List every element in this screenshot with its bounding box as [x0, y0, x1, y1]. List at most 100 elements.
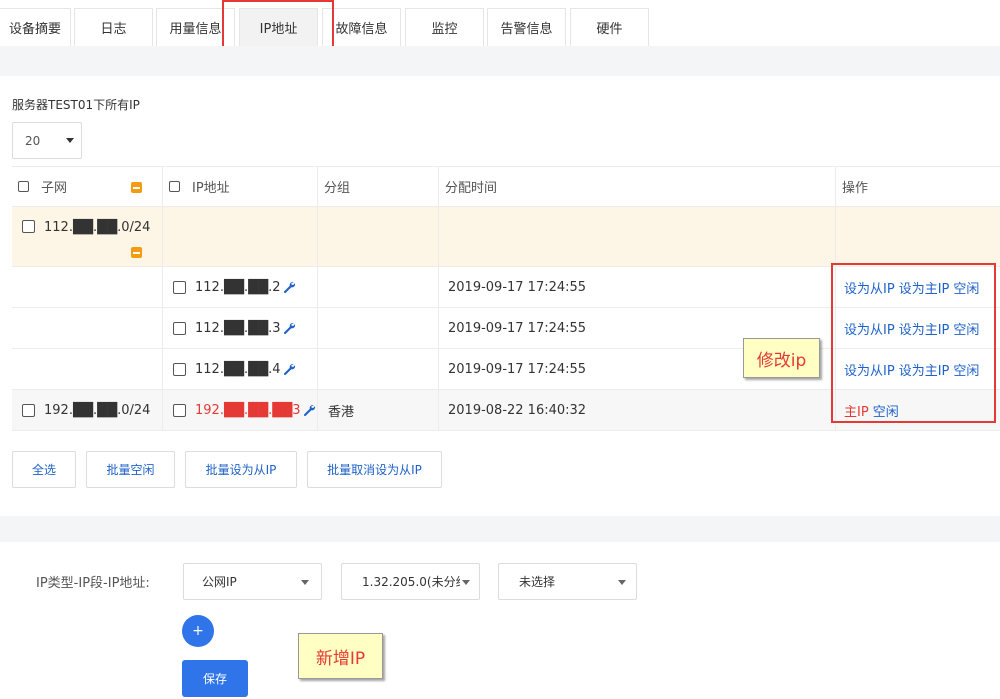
header-subnet-label: 子网 — [41, 181, 68, 196]
header-time: 分配时间 — [439, 167, 836, 206]
annotation-note: 修改ip — [743, 338, 820, 378]
set-secondary-link[interactable]: 设为从IP — [844, 360, 895, 379]
set-idle-link[interactable]: 空闲 — [953, 360, 979, 379]
ip-type-value: 公网IP — [202, 575, 237, 589]
group-cell — [318, 349, 439, 389]
ip-address-value: 未选择 — [519, 575, 556, 589]
tab-label: 日志 — [100, 22, 127, 37]
tab-label: 设备摘要 — [8, 22, 61, 37]
ip-cell: 192.██.██.██3 — [163, 390, 318, 430]
row-checkbox[interactable] — [22, 220, 35, 233]
empty-cell — [318, 207, 439, 266]
tab-label: 故障信息 — [335, 22, 388, 37]
select-all-button[interactable]: 全选 — [12, 451, 76, 488]
header-time-label: 分配时间 — [445, 181, 498, 196]
annotation-note: 新增IP — [298, 633, 383, 679]
select-all-ip-checkbox[interactable] — [169, 181, 180, 192]
tab-label: 监控 — [431, 22, 458, 37]
time-value: 2019-09-17 17:24:55 — [448, 279, 587, 295]
caret-down-icon — [618, 580, 626, 585]
save-button[interactable]: 保存 — [182, 660, 248, 697]
group-cell: 香港 — [318, 390, 439, 430]
empty-cell — [836, 207, 1000, 266]
set-idle-link[interactable]: 空闲 — [953, 319, 979, 338]
wrench-icon[interactable] — [282, 321, 296, 335]
header-ip: IP地址 — [163, 167, 318, 206]
action-cell: 主IP 空闲 — [836, 390, 1000, 430]
table-row: 112.██.██.2 2019-09-17 17:24:55 设为从IP 设为… — [12, 267, 1000, 308]
header-group: 分组 — [318, 167, 439, 206]
empty-cell — [163, 207, 318, 266]
add-ip-button[interactable]: + — [182, 615, 214, 647]
header-ip-label: IP地址 — [192, 181, 230, 196]
ip-value: 112.██.██.4 — [195, 361, 281, 377]
ip-segment-value: 1.32.205.0(未分组) — [362, 575, 460, 589]
table-row: 192.██.██.0/24 192.██.██.██3 香港 2019-08-… — [12, 390, 1000, 431]
primary-ip-label[interactable]: 主IP — [844, 401, 869, 420]
ip-cell: 112.██.██.2 — [163, 267, 318, 307]
row-checkbox[interactable] — [173, 362, 186, 376]
set-primary-link[interactable]: 设为主IP — [899, 360, 950, 379]
row-checkbox[interactable] — [173, 321, 186, 335]
group-cell — [318, 308, 439, 348]
header-action: 操作 — [836, 167, 1000, 206]
time-value: 2019-09-17 17:24:55 — [448, 361, 587, 377]
row-checkbox[interactable] — [22, 403, 35, 417]
table-row: 112.██.██.4 2019-09-17 17:24:55 设为从IP 设为… — [12, 349, 1000, 390]
tab-label: 硬件 — [596, 22, 623, 37]
time-cell: 2019-09-17 17:24:55 — [439, 267, 836, 307]
row-checkbox[interactable] — [173, 403, 186, 417]
tab-monitor[interactable]: 监控 — [405, 8, 484, 46]
ip-cell: 112.██.██.4 — [163, 349, 318, 389]
set-secondary-link[interactable]: 设为从IP — [844, 319, 895, 338]
tab-faults[interactable]: 故障信息 — [322, 8, 401, 46]
section-title: 服务器TEST01下所有IP — [12, 98, 140, 112]
tab-device-summary[interactable]: 设备摘要 — [0, 8, 71, 46]
set-idle-link[interactable]: 空闲 — [873, 401, 899, 420]
ip-segment-select[interactable]: 1.32.205.0(未分组) — [341, 563, 480, 600]
section-divider — [0, 516, 1000, 542]
collapse-icon[interactable] — [131, 247, 142, 258]
empty-cell — [439, 207, 836, 266]
tab-alerts[interactable]: 告警信息 — [487, 8, 566, 46]
ip-address-select[interactable]: 未选择 — [498, 563, 637, 600]
wrench-icon[interactable] — [282, 280, 296, 294]
select-all-subnet-checkbox[interactable] — [18, 181, 29, 192]
wrench-icon[interactable] — [282, 362, 296, 376]
batch-set-secondary-button[interactable]: 批量设为从IP — [185, 451, 297, 488]
tab-bar: 设备摘要 日志 用量信息 IP地址 故障信息 监控 告警信息 硬件 — [0, 0, 1000, 46]
set-secondary-link[interactable]: 设为从IP — [844, 278, 895, 297]
group-value: 香港 — [328, 404, 355, 420]
group-cell — [318, 267, 439, 307]
time-value: 2019-08-22 16:40:32 — [448, 402, 587, 418]
action-cell: 设为从IP 设为主IP 空闲 — [836, 349, 1000, 389]
ip-type-select[interactable]: 公网IP — [183, 563, 322, 600]
set-idle-link[interactable]: 空闲 — [953, 278, 979, 297]
caret-down-icon — [462, 580, 470, 585]
tab-logs[interactable]: 日志 — [74, 8, 153, 46]
table-row: 112.██.██.3 2019-09-17 17:24:55 设为从IP 设为… — [12, 308, 1000, 349]
subnet-value: 112.██.██.0/24 — [44, 220, 151, 235]
tab-label: 用量信息 — [169, 22, 222, 37]
caret-down-icon — [66, 138, 74, 143]
batch-idle-button[interactable]: 批量空闲 — [86, 451, 175, 488]
caret-down-icon — [301, 580, 309, 585]
ip-cell: 112.██.██.3 — [163, 308, 318, 348]
subnet-cell — [12, 267, 163, 307]
collapse-all-icon[interactable] — [131, 182, 142, 193]
ip-type-label: IP类型-IP段-IP地址: — [36, 576, 150, 591]
tab-hardware[interactable]: 硬件 — [570, 8, 649, 46]
row-checkbox[interactable] — [173, 280, 186, 294]
action-cell: 设为从IP 设为主IP 空闲 — [836, 267, 1000, 307]
time-value: 2019-09-17 17:24:55 — [448, 320, 587, 336]
set-primary-link[interactable]: 设为主IP — [899, 278, 950, 297]
page-size-select[interactable]: 20 — [12, 122, 82, 159]
subnet-cell — [12, 349, 163, 389]
tab-label: IP地址 — [259, 22, 298, 37]
batch-unset-secondary-button[interactable]: 批量取消设为从IP — [307, 451, 442, 488]
time-cell: 2019-08-22 16:40:32 — [439, 390, 836, 430]
tab-usage[interactable]: 用量信息 — [156, 8, 235, 46]
set-primary-link[interactable]: 设为主IP — [899, 319, 950, 338]
tab-ip-address[interactable]: IP地址 — [239, 8, 318, 46]
wrench-icon[interactable] — [302, 403, 316, 417]
